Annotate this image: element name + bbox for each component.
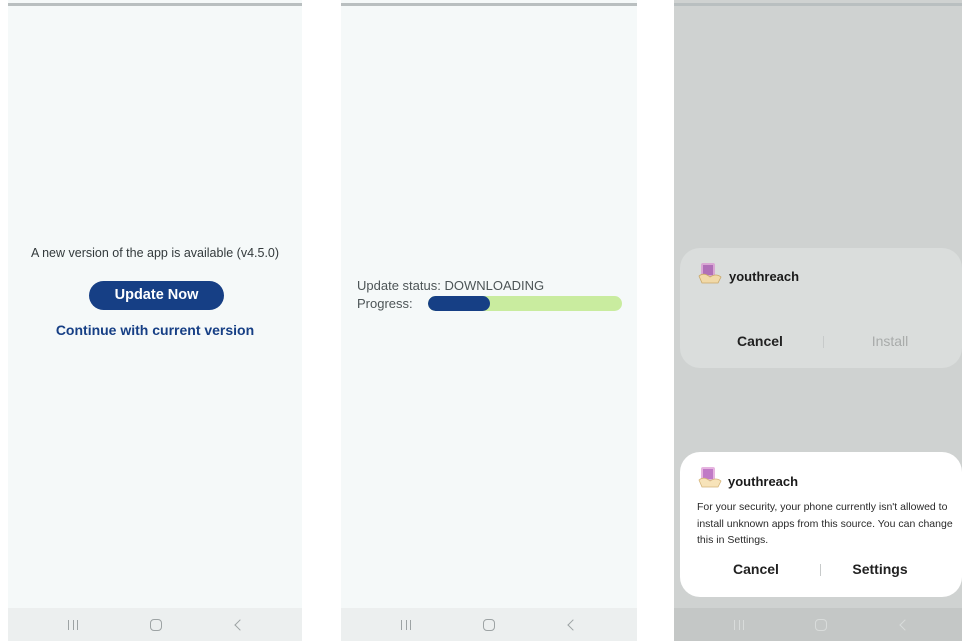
unknown-sources-dialog: youthreach For your security, your phone… bbox=[680, 452, 962, 597]
system-nav-bar bbox=[674, 608, 962, 641]
security-message: For your security, your phone currently … bbox=[697, 501, 953, 546]
install-app-dialog: youthreach Cancel Install bbox=[680, 248, 962, 368]
back-icon[interactable] bbox=[552, 608, 592, 641]
security-dialog-app-name: youthreach bbox=[728, 474, 799, 489]
downloading-screen: Update status: DOWNLOADING Progress: bbox=[341, 0, 637, 641]
install-dialog-app-name: youthreach bbox=[729, 269, 800, 284]
update-available-screen: A new version of the app is available (v… bbox=[8, 0, 302, 641]
settings-button[interactable]: Settings bbox=[830, 561, 930, 577]
status-bar-divider bbox=[8, 3, 302, 6]
home-icon[interactable] bbox=[136, 608, 176, 641]
progress-label: Progress: bbox=[357, 296, 413, 311]
status-bar-divider bbox=[341, 3, 637, 6]
status-bar-divider bbox=[674, 3, 962, 6]
system-nav-bar bbox=[8, 608, 302, 641]
install-button[interactable]: Install bbox=[840, 333, 940, 349]
back-icon[interactable] bbox=[884, 608, 924, 641]
update-available-message: A new version of the app is available (v… bbox=[30, 246, 280, 260]
button-divider bbox=[820, 564, 821, 576]
download-progress-fill bbox=[428, 296, 491, 311]
screenshot-collage: A new version of the app is available (v… bbox=[0, 0, 962, 641]
back-icon[interactable] bbox=[219, 608, 259, 641]
system-nav-bar bbox=[341, 608, 637, 641]
home-icon[interactable] bbox=[469, 608, 509, 641]
recents-icon[interactable] bbox=[53, 608, 93, 641]
update-now-button[interactable]: Update Now bbox=[89, 281, 224, 310]
recents-icon[interactable] bbox=[719, 608, 759, 641]
continue-current-version-link[interactable]: Continue with current version bbox=[8, 322, 302, 338]
security-cancel-button[interactable]: Cancel bbox=[706, 561, 806, 577]
update-status-text: Update status: DOWNLOADING bbox=[357, 278, 545, 293]
install-blocked-screen: youthreach Cancel Install youthreach For… bbox=[674, 0, 962, 641]
recents-icon[interactable] bbox=[386, 608, 426, 641]
home-icon[interactable] bbox=[801, 608, 841, 641]
install-cancel-button[interactable]: Cancel bbox=[710, 333, 810, 349]
youthreach-app-icon bbox=[698, 467, 722, 488]
download-progress-bar bbox=[428, 296, 622, 311]
button-divider bbox=[823, 336, 824, 348]
youthreach-app-icon bbox=[698, 263, 722, 284]
